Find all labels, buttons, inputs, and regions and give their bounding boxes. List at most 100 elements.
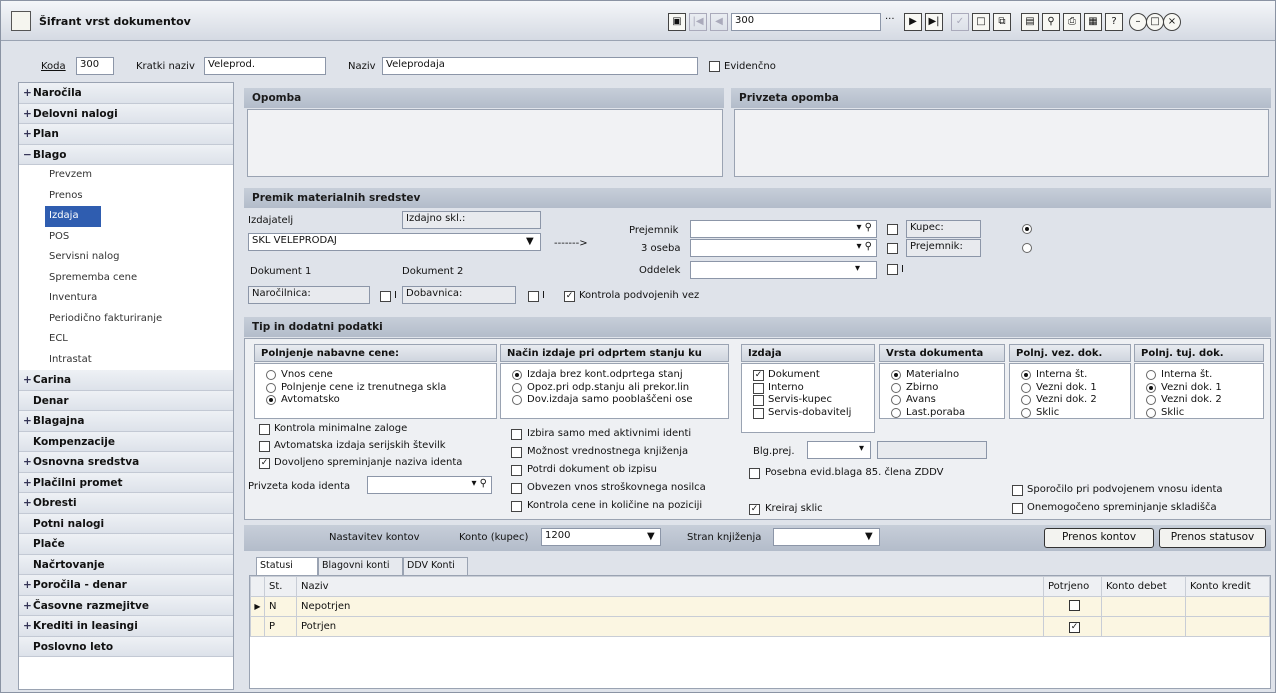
- prejemnik-search-icon[interactable]: ▾ ⚲: [856, 222, 872, 233]
- sidebar-item[interactable]: +Plačilni promet: [19, 472, 233, 493]
- vrsta-option-radio[interactable]: [891, 382, 901, 393]
- oddelek-dropdown-icon[interactable]: ▾: [855, 263, 860, 274]
- sidebar-item[interactable]: +Blagajna: [19, 411, 233, 432]
- sidebar-item[interactable]: Poslovno leto: [19, 636, 233, 657]
- collapse-icon[interactable]: −: [23, 145, 33, 165]
- naziv-field[interactable]: Veleprodaja: [382, 57, 698, 75]
- sidebar-subitem[interactable]: Izdaja: [45, 206, 101, 227]
- koda-field[interactable]: 300: [76, 57, 114, 75]
- stran-dropdown-icon[interactable]: ▼: [865, 531, 873, 542]
- prejemnik-select[interactable]: ▾ ⚲: [690, 220, 877, 238]
- vrsta-option-radio[interactable]: [891, 370, 901, 380]
- blg-prej-select[interactable]: ▾: [807, 441, 871, 459]
- oseba-select[interactable]: ▾ ⚲: [690, 239, 877, 257]
- col-potrjeno[interactable]: Potrjeno: [1043, 576, 1102, 597]
- mid-option-checkbox[interactable]: [511, 465, 522, 476]
- expand-icon[interactable]: +: [23, 473, 33, 493]
- polnvez-option-radio[interactable]: [1021, 370, 1031, 380]
- sidebar-item[interactable]: Potni nalogi: [19, 513, 233, 534]
- mid-option-checkbox[interactable]: [511, 501, 522, 512]
- maximize-icon[interactable]: □: [1146, 13, 1164, 31]
- export-icon[interactable]: ▤: [1021, 13, 1039, 31]
- expand-icon[interactable]: +: [23, 452, 33, 472]
- nacin-option-radio[interactable]: [512, 395, 522, 405]
- polnjenje-option-radio[interactable]: [266, 382, 276, 393]
- table-row[interactable]: ▶ N Nepotrjen: [250, 596, 1270, 617]
- dropdown-arrow-icon[interactable]: ▼: [526, 236, 534, 247]
- polnvez-option-radio[interactable]: [1021, 382, 1031, 393]
- sidebar-item[interactable]: +Časovne razmejitve: [19, 595, 233, 616]
- row-konto-kredit[interactable]: [1185, 616, 1270, 637]
- expand-icon[interactable]: +: [23, 411, 33, 431]
- prev-record-icon[interactable]: ◀: [710, 13, 728, 31]
- tab-blagovni-konti[interactable]: Blagovni konti: [318, 557, 403, 575]
- sidebar-item[interactable]: +Carina: [19, 370, 233, 391]
- mid-option-checkbox[interactable]: [511, 447, 522, 458]
- col-naziv[interactable]: Naziv: [296, 576, 1044, 597]
- oseba-search-icon[interactable]: ▾ ⚲: [856, 241, 872, 252]
- sidebar-subitem[interactable]: Intrastat: [19, 350, 233, 371]
- sidebar-item[interactable]: +Naročila: [19, 83, 233, 104]
- posebna-checkbox[interactable]: [749, 468, 760, 479]
- confirm-icon[interactable]: ✓: [951, 13, 969, 31]
- polnjenje-option-radio[interactable]: [266, 395, 276, 405]
- table-row[interactable]: P Potrjen ✓: [250, 616, 1270, 637]
- next-record-icon[interactable]: ▶: [904, 13, 922, 31]
- polnvez-option-radio[interactable]: [1021, 395, 1031, 405]
- tab-statusi[interactable]: Statusi: [256, 557, 318, 575]
- left-option-checkbox[interactable]: [259, 441, 270, 452]
- prejemnik2-checkbox[interactable]: [887, 243, 898, 254]
- sidebar-item[interactable]: +Krediti in leasingi: [19, 616, 233, 637]
- row-potrjeno-checkbox[interactable]: [1043, 596, 1102, 617]
- expand-icon[interactable]: +: [23, 124, 33, 144]
- sidebar-subitem[interactable]: Inventura: [19, 288, 233, 309]
- onemogoceno-checkbox[interactable]: [1012, 503, 1023, 514]
- left-option-checkbox[interactable]: [259, 424, 270, 435]
- sidebar-subitem[interactable]: Periodično fakturiranje: [19, 309, 233, 330]
- oddelek-select[interactable]: ▾: [690, 261, 877, 279]
- kupec-checkbox[interactable]: [887, 224, 898, 235]
- sporocilo-checkbox[interactable]: [1012, 485, 1023, 496]
- row-potrjeno-checkbox[interactable]: ✓: [1043, 616, 1102, 637]
- sidebar-item[interactable]: +Poročila - denar: [19, 575, 233, 596]
- left-option-checkbox[interactable]: ✓: [259, 458, 270, 469]
- vrsta-option-radio[interactable]: [891, 395, 901, 405]
- konto-kupec-select[interactable]: 1200: [541, 528, 661, 546]
- kreiraj-sklic-checkbox[interactable]: ✓: [749, 504, 760, 515]
- row-naziv[interactable]: Potrjen: [296, 616, 1044, 637]
- kratki-field[interactable]: Veleprod.: [204, 57, 326, 75]
- blg-prej-dropdown-icon[interactable]: ▾: [859, 443, 864, 454]
- expand-icon[interactable]: +: [23, 493, 33, 513]
- tab-ddv-konti[interactable]: DDV Konti: [403, 557, 468, 575]
- polntuj-option-radio[interactable]: [1146, 370, 1156, 380]
- mid-option-checkbox[interactable]: [511, 483, 522, 494]
- izdaja-option-checkbox[interactable]: ✓: [753, 370, 764, 381]
- opomba-textarea[interactable]: [247, 109, 723, 177]
- oddelek-checkbox[interactable]: [887, 264, 898, 275]
- nacin-option-radio[interactable]: [512, 382, 522, 393]
- expand-icon[interactable]: +: [23, 370, 33, 390]
- kontrola-vez-checkbox[interactable]: ✓: [564, 291, 575, 302]
- expand-icon[interactable]: +: [23, 575, 33, 595]
- search-icon[interactable]: ⚲: [1042, 13, 1060, 31]
- polnvez-option-radio[interactable]: [1021, 407, 1031, 418]
- sidebar-subitem[interactable]: Prenos: [19, 186, 233, 207]
- dokument2-checkbox[interactable]: [528, 291, 539, 302]
- privzeta-opomba-textarea[interactable]: [734, 109, 1269, 177]
- sidebar-item[interactable]: +Delovni nalogi: [19, 103, 233, 124]
- sidebar-item[interactable]: +Osnovna sredstva: [19, 452, 233, 473]
- expand-icon[interactable]: +: [23, 596, 33, 616]
- expand-icon[interactable]: +: [23, 104, 33, 124]
- sidebar-item[interactable]: +Plan: [19, 124, 233, 145]
- polntuj-option-radio[interactable]: [1146, 382, 1156, 393]
- col-konto-kredit[interactable]: Konto kredit: [1185, 576, 1270, 597]
- col-konto-debet[interactable]: Konto debet: [1101, 576, 1186, 597]
- row-konto-debet[interactable]: [1101, 616, 1186, 637]
- col-st[interactable]: St.: [264, 576, 297, 597]
- last-record-icon[interactable]: ▶|: [925, 13, 943, 31]
- print-preview-icon[interactable]: ▣: [668, 13, 686, 31]
- sidebar-item[interactable]: −Blago: [19, 144, 233, 165]
- sidebar-subitem[interactable]: Servisni nalog: [19, 247, 233, 268]
- close-icon[interactable]: ×: [1163, 13, 1181, 31]
- kupec-radio[interactable]: [1022, 224, 1032, 234]
